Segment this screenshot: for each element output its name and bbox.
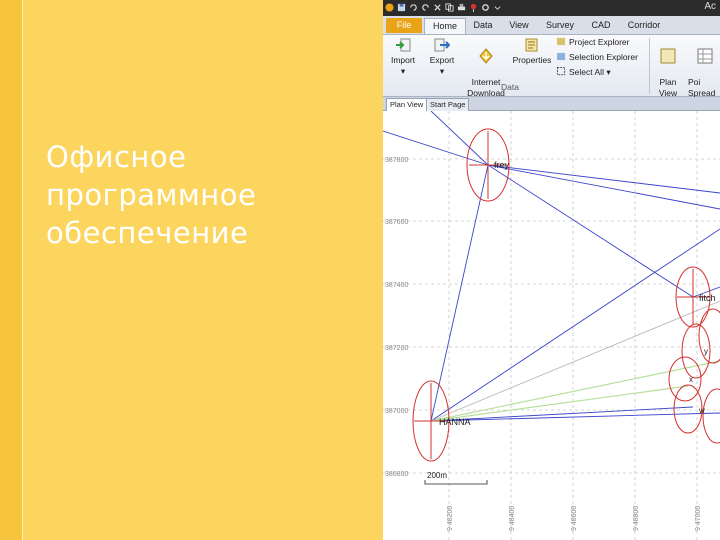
tab-data[interactable]: Data [466,18,500,33]
close-file-icon[interactable] [433,3,442,12]
survey-line [430,360,720,422]
tab-survey[interactable]: Survey [538,18,582,33]
point-label-frey: frey [494,160,510,170]
point-label-w: w [698,406,705,415]
y-tick-labels: 387800 387600 387400 387200 387000 38680… [385,157,408,478]
tab-view[interactable]: View [502,18,536,33]
survey-line [430,300,720,422]
y-tick-label: 386800 [385,471,408,478]
redo-icon[interactable] [421,3,430,12]
error-ellipse-w [673,384,703,434]
x-tick-labels: 9 48200 9 48400 9 48600 9 48800 9 47000 [447,506,702,531]
survey-line [430,385,689,422]
y-tick-label: 387200 [385,345,408,352]
print-icon[interactable] [457,3,466,12]
save-icon[interactable] [397,3,406,12]
internet-download-icon [479,48,493,64]
tab-file[interactable]: File [386,18,422,33]
survey-lines-green [430,360,720,422]
app-logo-icon[interactable] [385,3,394,12]
project-explorer-button[interactable]: Project Explorer [557,36,629,49]
spreadsheet-icon [697,48,713,64]
x-tick-label: 9 47000 [695,506,702,531]
survey-lines-grey [430,300,720,422]
app-window: Ac File Home Data View Survey CAD Corrid… [383,0,720,540]
accent-rule [22,0,23,540]
point-label-x: x [689,375,693,384]
select-all-dropdown-icon: ▾ [606,67,611,77]
error-ellipse-x [668,356,702,402]
plan-view-button[interactable]: Plan View [653,37,683,99]
point-label-hanna: HANNA [439,417,471,427]
tab-start-page[interactable]: Start Page [426,98,470,111]
plan-view-icon [660,48,676,64]
select-all-icon [557,67,566,76]
pin-icon[interactable] [469,3,478,12]
properties-button[interactable]: Properties [510,37,554,66]
x-tick-label: 9 48600 [571,506,578,531]
x-tick-label: 9 48800 [633,506,640,531]
document-tabs: Plan View Start Page [383,97,720,111]
properties-icon [525,38,538,52]
export-icon [434,38,450,52]
import-button[interactable]: Import ▾ [386,37,420,77]
survey-plot: 387800 387600 387400 387200 387000 38680… [383,111,720,540]
selection-explorer-icon [557,52,566,61]
tab-home[interactable]: Home [424,18,466,34]
ribbon-tab-bar: File Home Data View Survey CAD Corridor [383,16,720,35]
error-ellipse [702,388,720,444]
dropdown-icon[interactable] [493,3,502,12]
plan-view-canvas[interactable]: 387800 387600 387400 387200 387000 38680… [383,111,720,540]
slide-title: Офисное программное обеспечение [46,140,257,250]
export-dropdown-icon: ▾ [439,66,445,76]
x-tick-label: 9 48200 [447,506,454,531]
export-button[interactable]: Export ▾ [424,37,460,77]
y-tick-label: 387800 [385,157,408,164]
y-tick-label: 387400 [385,282,408,289]
settings-icon[interactable] [481,3,490,12]
survey-line [430,228,720,422]
scale-bar-label: 200m [427,471,447,480]
select-all-button[interactable]: Select All ▾ [557,66,611,79]
tab-cad[interactable]: CAD [584,18,618,33]
point-label-y: y [704,347,708,356]
selection-explorer-button[interactable]: Selection Explorer [557,51,638,64]
point-spreadsheet-button[interactable]: Poi Spread [688,37,720,99]
data-group-label: Data [501,82,519,92]
copy-icon[interactable] [445,3,454,12]
project-explorer-icon [557,37,566,46]
point-label-fitch: fitch [699,293,716,303]
x-tick-label: 9 48400 [509,506,516,531]
app-title: Ac [704,1,716,12]
survey-line [487,164,720,194]
tab-corridor[interactable]: Corridor [620,18,668,33]
import-icon [396,38,411,52]
survey-line [430,164,489,422]
survey-line [430,412,720,422]
ribbon-separator [649,38,650,94]
ribbon: Import ▾ Export ▾ Internet Download Proper… [383,35,720,99]
undo-icon[interactable] [409,3,418,12]
y-tick-label: 387000 [385,408,408,415]
slide-left-panel: Офисное программное обеспечение [0,0,383,540]
y-tick-label: 387600 [385,219,408,226]
scale-bar-line [424,480,488,485]
quick-access-toolbar: Ac [383,0,720,16]
tab-plan-view[interactable]: Plan View [386,98,428,111]
import-dropdown-icon: ▾ [400,66,406,76]
accent-stripe [0,0,22,540]
survey-line [430,111,489,166]
